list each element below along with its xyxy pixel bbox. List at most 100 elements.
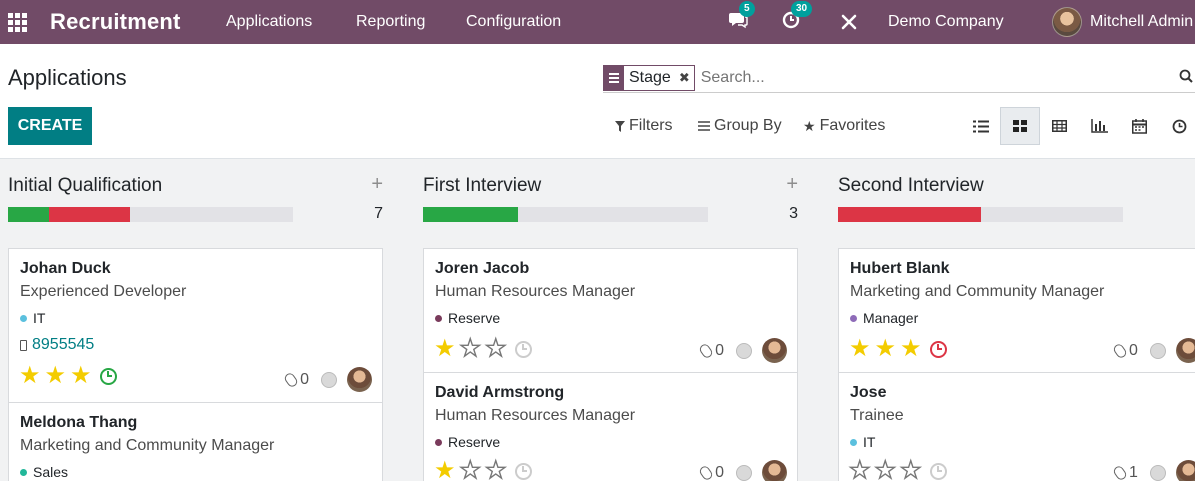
star-icon[interactable]: ★ [19, 364, 41, 388]
star-icon[interactable]: ★ [875, 337, 897, 361]
priority-stars[interactable]: ★ ★ ★ [849, 337, 947, 361]
kanban-state-icon[interactable] [1149, 342, 1166, 359]
kanban-state-icon[interactable] [736, 464, 752, 481]
attachment-count: 0 [300, 370, 309, 388]
star-icon[interactable]: ★ [899, 458, 922, 481]
debug-tools-icon[interactable] [840, 0, 858, 44]
progress-segment[interactable] [48, 207, 131, 222]
company-switcher[interactable]: Demo Company [888, 0, 1004, 44]
kanban-state-icon[interactable] [1149, 464, 1166, 481]
facet-value: Stage [629, 68, 671, 86]
search-facet-stage: Stage ✖ [603, 64, 695, 91]
star-icon[interactable]: ★ [70, 364, 92, 388]
card-footer-right: 0 [1111, 338, 1195, 363]
menu-configuration[interactable]: Configuration [466, 0, 561, 44]
recruiter-avatar [762, 460, 787, 481]
kanban-column-first-interview: First Interview + 3 Joren Jacob Human Re… [423, 159, 798, 481]
attachments[interactable]: 0 [697, 342, 724, 360]
search-bar: Stage ✖ [603, 63, 1195, 93]
app-title[interactable]: Recruitment [50, 0, 181, 44]
graph-view-button[interactable] [1079, 107, 1119, 145]
search-icon[interactable] [1179, 69, 1193, 83]
activity-clock-icon[interactable] [99, 367, 117, 385]
applicant-name: Johan Duck [20, 260, 111, 277]
job-position: Trainee [850, 407, 904, 424]
star-icon[interactable]: ★ [434, 337, 456, 361]
pivot-view-button[interactable] [1039, 107, 1079, 145]
priority-stars[interactable]: ★ ★ ★ [848, 458, 947, 481]
attachments[interactable]: 0 [282, 370, 309, 389]
tag-label: IT [863, 434, 876, 450]
create-button[interactable]: CREATE [8, 107, 92, 145]
column-progress-bar[interactable] [423, 207, 708, 222]
activity-clock-icon[interactable] [514, 462, 532, 480]
star-icon[interactable]: ★ [848, 458, 871, 481]
kanban-state-icon[interactable] [321, 371, 337, 388]
facet-remove-icon[interactable]: ✖ [675, 66, 694, 90]
paperclip-icon [1111, 463, 1129, 481]
applicant-name: Hubert Blank [850, 260, 950, 277]
attachments[interactable]: 1 [1111, 463, 1138, 481]
priority-stars[interactable]: ★ ★ ★ [19, 364, 117, 388]
search-input[interactable] [700, 68, 1171, 87]
kanban-board: Initial Qualification + 7 Johan Duck Exp… [0, 158, 1195, 481]
applicant-name: Meldona Thang [20, 414, 138, 431]
column-title[interactable]: Initial Qualification [8, 175, 162, 197]
attachments[interactable]: 0 [697, 464, 724, 481]
star-icon[interactable]: ★ [434, 459, 456, 481]
group-by-button[interactable]: Group By [698, 117, 782, 135]
star-icon[interactable]: ★ [849, 337, 871, 361]
kanban-card[interactable]: Meldona Thang Marketing and Community Ma… [8, 402, 383, 481]
paperclip-icon [1111, 341, 1129, 360]
filter-icon [615, 120, 625, 132]
phone[interactable]: 8955545 [20, 336, 94, 354]
star-icon[interactable]: ★ [484, 336, 507, 361]
activities-button[interactable]: 30 [782, 0, 813, 44]
apps-menu-icon[interactable] [8, 0, 30, 44]
priority-stars[interactable]: ★ ★ ★ [434, 336, 532, 361]
progress-segment[interactable] [838, 207, 981, 222]
activity-view-button[interactable] [1159, 107, 1195, 145]
column-progress-bar[interactable] [8, 207, 293, 222]
quick-create-icon[interactable]: + [371, 173, 383, 196]
star-icon[interactable]: ★ [459, 336, 482, 361]
star-icon[interactable]: ★ [484, 458, 507, 481]
filters-button[interactable]: Filters [615, 117, 673, 135]
user-menu[interactable]: Mitchell Admin [1052, 0, 1193, 44]
kanban-card[interactable]: Joren Jacob Human Resources Manager Rese… [423, 248, 798, 373]
star-icon[interactable]: ★ [45, 364, 67, 388]
activity-clock-icon[interactable] [929, 462, 947, 480]
star-icon[interactable]: ★ [459, 458, 482, 481]
user-avatar [1052, 7, 1082, 37]
progress-segment[interactable] [423, 207, 518, 222]
menu-applications[interactable]: Applications [226, 0, 312, 44]
filters-label: Filters [629, 117, 673, 134]
priority-stars[interactable]: ★ ★ ★ [434, 458, 532, 481]
column-progress-bar[interactable] [838, 207, 1123, 222]
user-name: Mitchell Admin [1090, 13, 1194, 30]
kanban-view-button[interactable] [1000, 107, 1040, 145]
menu-reporting[interactable]: Reporting [356, 0, 425, 44]
job-position: Marketing and Community Manager [20, 437, 275, 454]
quick-create-icon[interactable]: + [786, 173, 798, 196]
column-title[interactable]: Second Interview [838, 175, 984, 197]
kanban-card[interactable]: Johan Duck Experienced Developer IT 8955… [8, 248, 383, 403]
star-icon[interactable]: ★ [900, 337, 922, 361]
activity-clock-icon[interactable] [514, 340, 532, 358]
recruiter-avatar [762, 338, 787, 363]
star-icon[interactable]: ★ [874, 458, 897, 481]
applicant-name: Jose [850, 384, 887, 401]
kanban-card[interactable]: David Armstrong Human Resources Manager … [423, 372, 798, 481]
kanban-state-icon[interactable] [736, 342, 752, 359]
activity-clock-icon[interactable] [929, 340, 947, 358]
kanban-card[interactable]: Jose Trainee IT ★ ★ ★ 1 [838, 372, 1195, 481]
kanban-card[interactable]: Hubert Blank Marketing and Community Man… [838, 248, 1195, 373]
progress-segment[interactable] [8, 207, 49, 222]
list-view-button[interactable] [961, 107, 1001, 145]
tag-label: Reserve [448, 434, 501, 450]
favorites-button[interactable]: ★ Favorites [803, 117, 885, 135]
calendar-view-button[interactable] [1119, 107, 1159, 145]
messages-button[interactable]: 5 [728, 0, 755, 44]
column-title[interactable]: First Interview [423, 175, 541, 197]
attachments[interactable]: 0 [1111, 341, 1138, 360]
